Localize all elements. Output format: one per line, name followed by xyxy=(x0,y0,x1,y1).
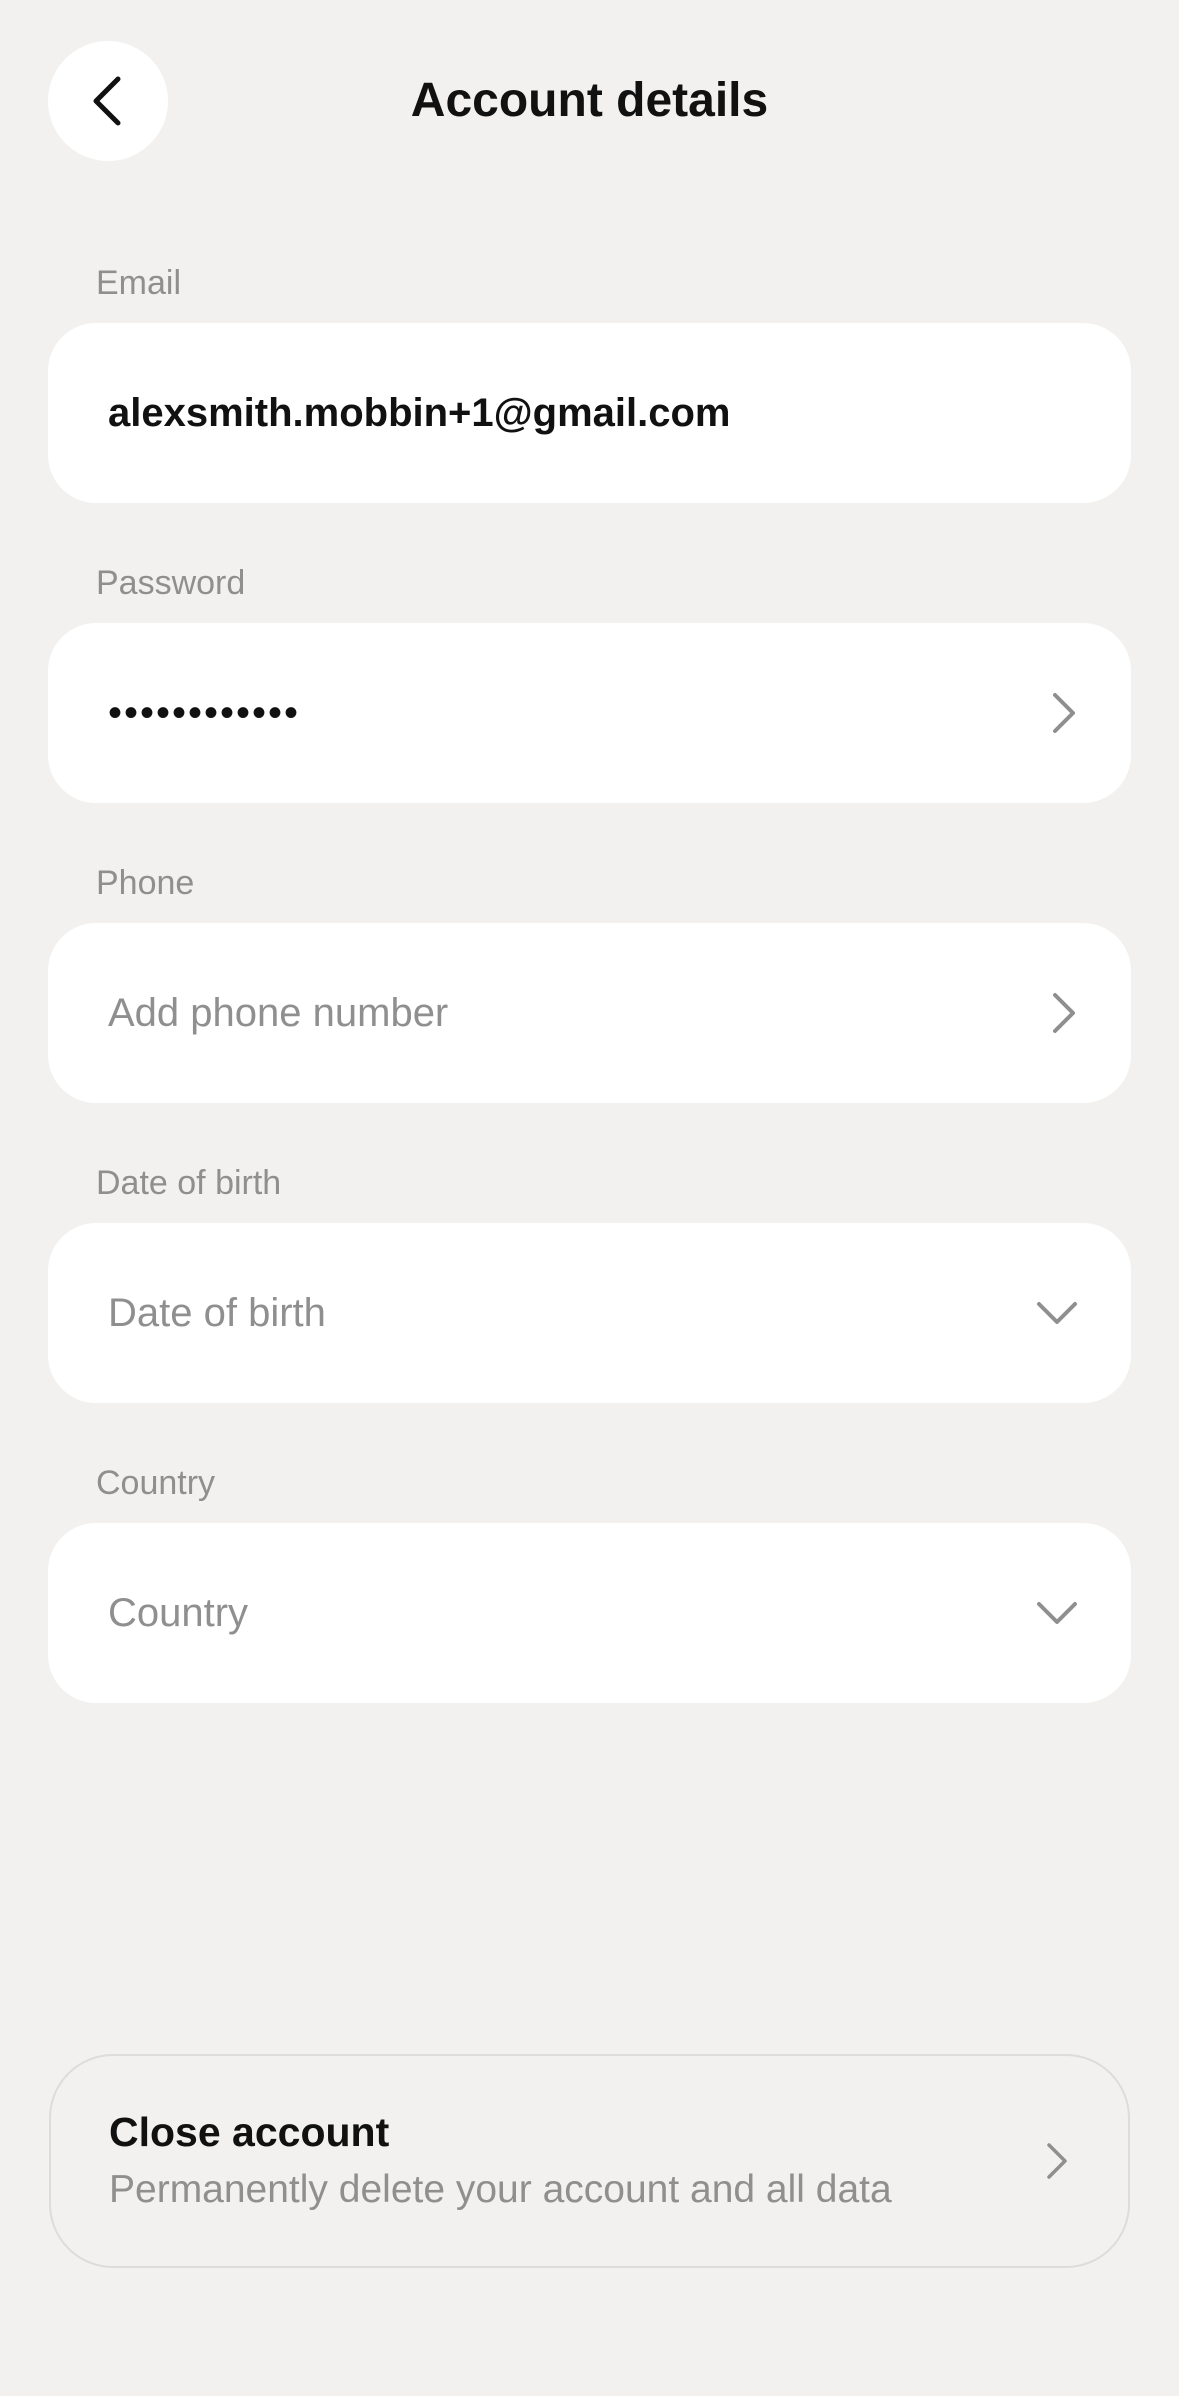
password-label: Password xyxy=(96,564,246,602)
chevron-down-icon xyxy=(1035,1598,1079,1628)
phone-field[interactable]: Add phone number xyxy=(48,923,1131,1103)
country-placeholder: Country xyxy=(108,1591,249,1635)
close-account-subtitle: Permanently delete your account and all … xyxy=(109,2168,892,2211)
chevron-right-icon xyxy=(1049,991,1079,1035)
dob-label: Date of birth xyxy=(96,1164,282,1202)
dob-select[interactable]: Date of birth xyxy=(48,1223,1131,1403)
close-account-button[interactable]: Close account Permanently delete your ac… xyxy=(49,2054,1130,2268)
email-label: Email xyxy=(96,264,182,302)
password-value: •••••••••••• xyxy=(108,690,301,735)
chevron-down-icon xyxy=(1035,1298,1079,1328)
country-select[interactable]: Country xyxy=(48,1523,1131,1703)
page-title: Account details xyxy=(410,74,769,127)
phone-label: Phone xyxy=(96,864,195,902)
dob-placeholder: Date of birth xyxy=(108,1291,326,1335)
chevron-right-icon xyxy=(1044,2141,1070,2181)
chevron-right-icon xyxy=(1049,691,1079,735)
password-field[interactable]: •••••••••••• xyxy=(48,623,1131,803)
close-account-text: Close account Permanently delete your ac… xyxy=(109,2105,892,2217)
country-label: Country xyxy=(96,1464,216,1502)
email-field[interactable]: alexsmith.mobbin+1@gmail.com xyxy=(48,323,1131,503)
phone-placeholder: Add phone number xyxy=(108,991,449,1035)
email-value: alexsmith.mobbin+1@gmail.com xyxy=(108,391,731,435)
close-account-title: Close account xyxy=(109,2109,390,2155)
